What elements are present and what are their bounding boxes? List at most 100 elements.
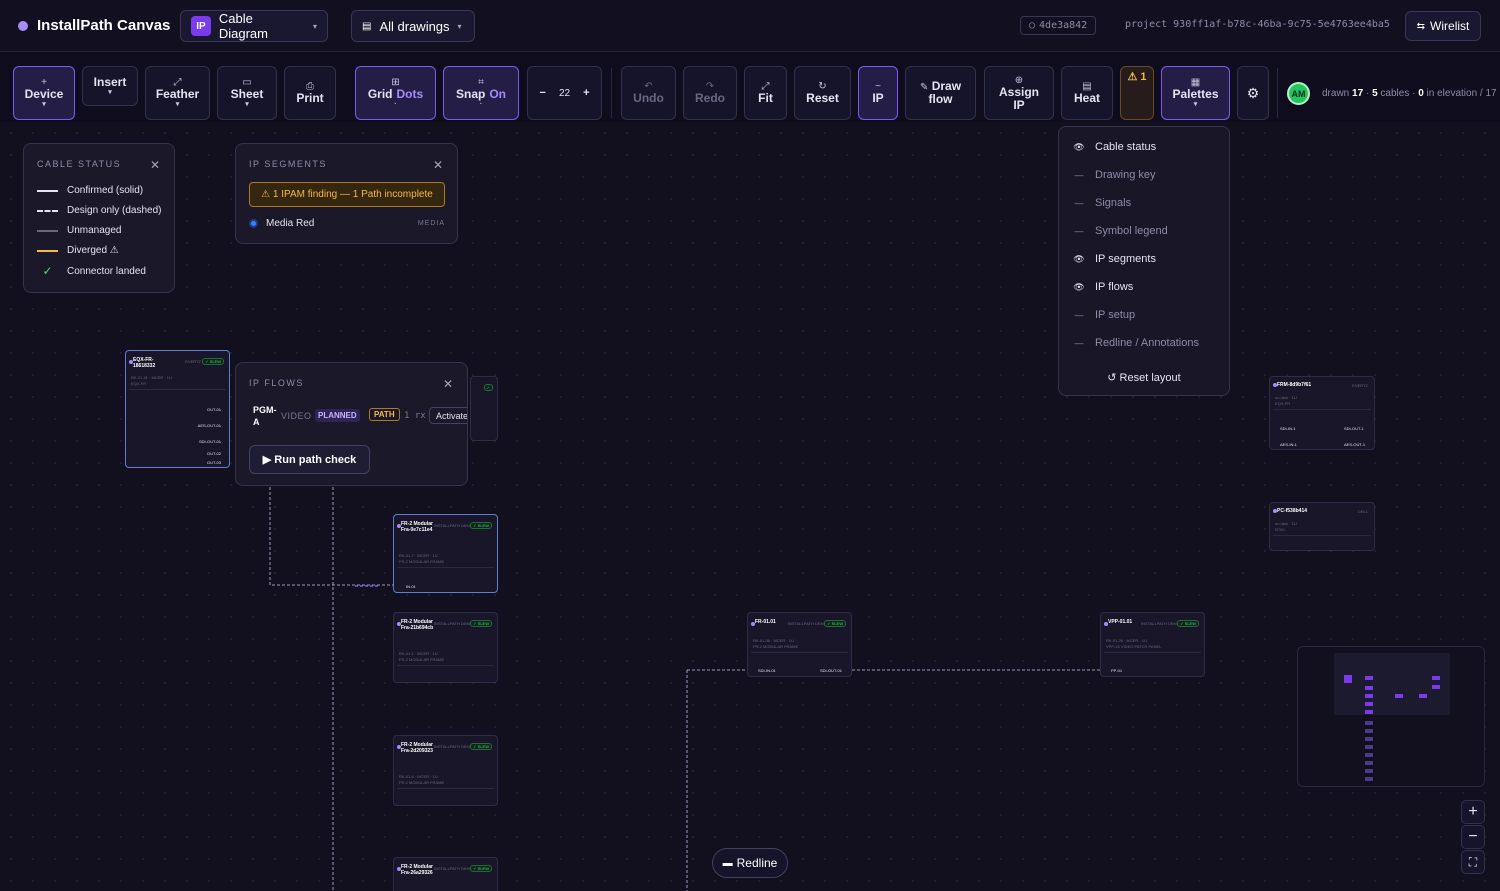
port-label[interactable]: SDI-OUT-01 <box>820 668 842 673</box>
settings-button[interactable]: ⚙ <box>1237 66 1269 120</box>
reset-layout-button[interactable]: ↺ Reset layout <box>1059 371 1229 384</box>
port-label[interactable]: SDI-OUT-01 <box>199 439 221 444</box>
avatar[interactable]: AM <box>1287 82 1310 105</box>
device-node[interactable]: FR-01.01 INSTALLPATH DEMO ✓ SLEW RK-01.3… <box>747 612 852 677</box>
reset-label: Reset <box>806 91 839 105</box>
feather-button[interactable]: ⤢ Feather ▾ <box>145 66 210 120</box>
port-label[interactable]: SDI-IN-01 <box>758 668 776 673</box>
assign-ip-button[interactable]: ⊕ Assign IP <box>984 66 1054 120</box>
flow-path-badge[interactable]: PATH <box>369 408 400 421</box>
device-node[interactable]: FR-2 Modular Fra-26a29326 INSTALLPATH DE… <box>393 857 498 891</box>
port-label[interactable]: IN-01 <box>406 584 416 589</box>
close-icon[interactable]: ✕ <box>150 158 160 172</box>
menu-item-ip-flows[interactable]: 👁 IP flows <box>1073 281 1133 293</box>
ip-button[interactable]: ~ IP <box>858 66 898 120</box>
fit-button[interactable]: ⤢ Fit <box>744 66 787 120</box>
menu-item-ip-segments[interactable]: 👁 IP segments <box>1073 253 1156 265</box>
close-icon[interactable]: ✕ <box>433 158 443 172</box>
port-label[interactable]: OUT-03 <box>207 460 221 465</box>
segment-name: Media Red <box>266 218 315 229</box>
menu-item-ip-setup[interactable]: — IP setup <box>1073 309 1136 321</box>
diagram-canvas[interactable]: EQX-FR-18618332 EVERTZ ✓ SLEW RK-01.41 ·… <box>0 122 1500 891</box>
device-node[interactable]: EQX-FR-18618332 EVERTZ ✓ SLEW RK-01.41 ·… <box>125 350 230 468</box>
port-label[interactable]: PP-01 <box>1111 668 1122 673</box>
node-vendor: INSTALLPATH DEMO <box>433 523 473 528</box>
zoom-out-button[interactable]: − <box>1461 825 1485 849</box>
device-node-partial[interactable]: ✓ <box>470 376 498 441</box>
run-path-check-button[interactable]: ▶ Run path check <box>249 445 370 474</box>
device-node[interactable]: FRM-8d9b7f61 EVERTZ no rack · 1U EQX-FR … <box>1269 376 1375 450</box>
warnings-button[interactable]: ⚠ 1 <box>1120 66 1154 120</box>
menu-item-signals[interactable]: — Signals <box>1073 197 1132 209</box>
insert-button[interactable]: Insert ▾ <box>82 66 138 106</box>
minimap[interactable] <box>1297 646 1485 787</box>
undo-button[interactable]: ↶ Undo <box>621 66 676 120</box>
port-label[interactable]: AES-OUT-01 <box>198 423 221 428</box>
zoom-in-button[interactable]: + <box>1461 800 1485 824</box>
chevron-down-icon: ▾ <box>42 101 46 108</box>
segment-row[interactable]: Media Red MEDIA <box>249 218 445 229</box>
solid-line-icon <box>37 189 58 192</box>
dash-icon: — <box>1074 226 1084 236</box>
sheet-label: Sheet <box>230 87 264 101</box>
redline-button[interactable]: ▬ Redline <box>712 848 788 878</box>
menu-item-drawing-key[interactable]: — Drawing key <box>1073 169 1156 181</box>
diagram-selector[interactable]: IP Cable Diagram ▾ <box>180 10 328 42</box>
drawings-filter[interactable]: ▤ All drawings ▾ <box>351 10 475 42</box>
port-label[interactable]: AES-OUT-1 <box>1344 442 1365 447</box>
node-subtitle: RK-01.6 · MCER · 1U <box>399 774 438 779</box>
pen-icon: ▬ <box>722 857 733 869</box>
node-subtitle: no rack · 1U <box>1275 395 1297 400</box>
wirelist-button[interactable]: ⇆ Wirelist <box>1405 11 1481 41</box>
menu-item-label: Signals <box>1095 197 1132 209</box>
zoom-in-button[interactable]: + <box>583 87 589 100</box>
draw-flow-button[interactable]: ✎ Draw flow <box>905 66 976 120</box>
print-button[interactable]: ⎙ Print <box>284 66 336 120</box>
stats-elevation: 0 <box>1418 88 1424 99</box>
redo-button[interactable]: ↷ Redo <box>683 66 737 120</box>
node-model: EQX-FR <box>131 381 147 386</box>
port-label[interactable]: OUT-02 <box>207 451 221 456</box>
cable-path[interactable] <box>269 487 393 586</box>
snap-button[interactable]: ⌗ Snap On · <box>443 66 519 120</box>
commit-hash: 4de3a842 <box>1039 20 1088 31</box>
device-label: Device <box>24 87 64 101</box>
close-icon[interactable]: ✕ <box>443 377 453 391</box>
menu-item-cable-status[interactable]: 👁 Cable status <box>1073 141 1156 153</box>
port-label[interactable]: AES-IN-1 <box>1280 442 1297 447</box>
menu-item-redline[interactable]: — Redline / Annotations <box>1073 337 1199 349</box>
menu-item-label: IP segments <box>1095 253 1156 265</box>
device-node[interactable]: VPP-01.01 INSTALLPATH DEMO ✓ SLEW RK-01.… <box>1100 612 1205 677</box>
device-node[interactable]: FR-2 Modular Fra-21b694cb INSTALLPATH DE… <box>393 612 498 683</box>
ipam-warning[interactable]: ⚠ 1 IPAM finding — 1 Path incomplete <box>249 182 445 207</box>
node-vendor: INSTALLPATH DEMO <box>433 744 473 749</box>
eye-icon: 👁 <box>1073 281 1085 292</box>
fullscreen-icon[interactable]: ⛶ <box>1461 850 1485 874</box>
port-label[interactable]: OUT-01 <box>207 407 221 412</box>
device-node[interactable]: PC-f538b414 DELL no rack · 1U R760 <box>1269 502 1375 551</box>
palettes-button[interactable]: ▦ Palettes ▾ <box>1161 66 1230 120</box>
activate-button[interactable]: Activate <box>429 407 467 424</box>
node-status-badge: ✓ SLEW <box>824 620 846 627</box>
port-label[interactable]: SDI-OUT-1 <box>1344 426 1364 431</box>
node-title: EQX-FR-18618332 <box>133 357 156 369</box>
reset-button[interactable]: ↻ Reset <box>794 66 851 120</box>
zoom-out-button[interactable]: − <box>540 87 546 100</box>
zoom-stepper: − 22 + <box>527 66 602 120</box>
menu-item-symbol-legend[interactable]: — Symbol legend <box>1073 225 1168 237</box>
stats-sep: · <box>1365 88 1370 99</box>
heat-button[interactable]: ▤ Heat <box>1061 66 1113 120</box>
stats-cables: 5 <box>1372 88 1378 99</box>
circle-icon: ○ <box>1029 20 1036 31</box>
port-label[interactable]: SDI-IN-1 <box>1280 426 1296 431</box>
device-button[interactable]: + Device ▾ <box>13 66 75 120</box>
device-node[interactable]: FR-2 Modular Fra-0e7c11e4 INSTALLPATH DE… <box>393 514 498 593</box>
device-node[interactable]: FR-2 Modular Fra-2d209323 INSTALLPATH DE… <box>393 735 498 806</box>
grid-button[interactable]: ⊞ Grid Dots · <box>355 66 436 120</box>
menu-item-label: IP flows <box>1095 281 1134 293</box>
commit-hash-badge: ○ 4de3a842 <box>1020 16 1097 35</box>
feather-label: Feather <box>155 87 200 101</box>
flow-name-line: PGM- <box>253 405 277 415</box>
sheet-button[interactable]: ▭ Sheet ▾ <box>217 66 277 120</box>
node-title: FRM-8d9b7f61 <box>1277 382 1312 388</box>
